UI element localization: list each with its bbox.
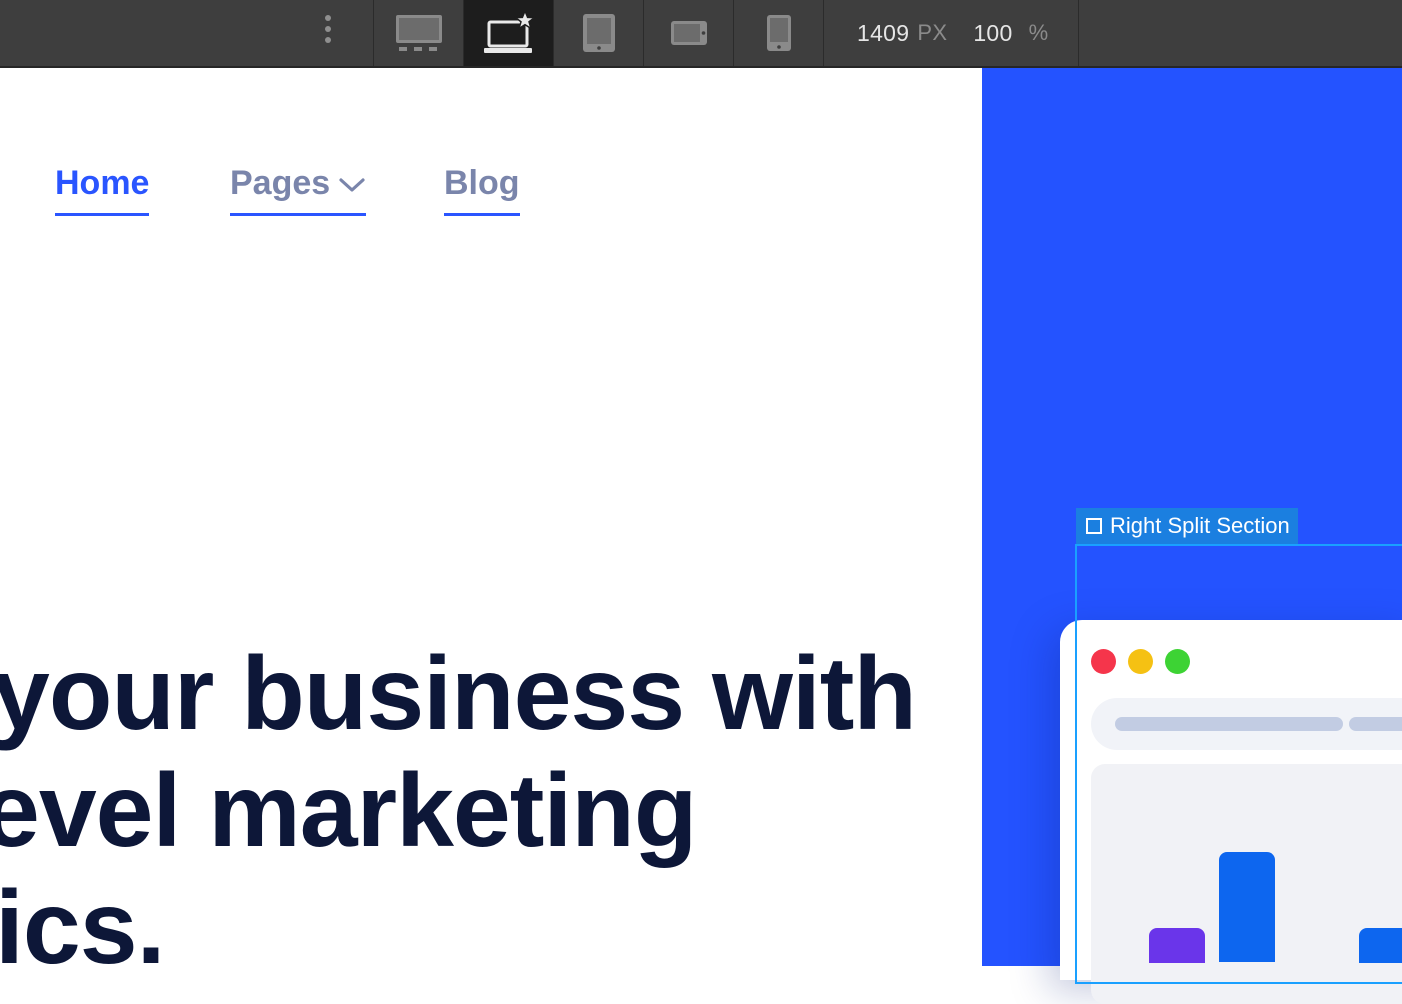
laptop-base-icon xyxy=(481,10,537,56)
canvas-zoom-unit: % xyxy=(1028,20,1049,45)
canvas-zoom-value[interactable]: 100 xyxy=(973,20,1012,47)
selected-element-name: Right Split Section xyxy=(1110,513,1290,538)
hero-heading-line: ics. xyxy=(0,870,165,986)
nav-link-home[interactable]: Home xyxy=(55,164,150,216)
desktop-icon xyxy=(394,13,444,53)
section-element-icon xyxy=(1086,518,1102,534)
nav-link-label: Home xyxy=(55,164,150,202)
selection-outline xyxy=(1075,544,1402,984)
tablet-icon xyxy=(582,13,616,53)
breakpoint-mobile-portrait-button[interactable] xyxy=(734,0,823,66)
nav-link-pages[interactable]: Pages xyxy=(230,163,367,216)
designer-toolbar: 1409 PX 100 % xyxy=(0,0,1402,68)
nav-link-blog[interactable]: Blog xyxy=(444,164,520,216)
breakpoint-mobile-landscape-button[interactable] xyxy=(644,0,733,66)
selected-element-label[interactable]: Right Split Section xyxy=(1076,508,1298,544)
breakpoint-tablet-button[interactable] xyxy=(554,0,643,66)
canvas-width-unit: PX xyxy=(917,20,948,45)
toolbar-divider xyxy=(823,0,824,66)
mobile-portrait-icon xyxy=(766,14,792,52)
breakpoint-desktop-button[interactable] xyxy=(374,0,463,66)
breakpoint-laptop-base-button[interactable] xyxy=(464,0,553,66)
hero-heading-line: your business with xyxy=(0,636,917,752)
more-options-icon[interactable] xyxy=(318,15,338,49)
hero-heading: your business with evel marketing ics. xyxy=(0,636,950,987)
toolbar-divider xyxy=(1078,0,1079,66)
canvas-size-readout[interactable]: 1409 PX 100 % xyxy=(857,18,1048,48)
hero-heading-line: evel marketing xyxy=(0,753,697,869)
nav-link-label: Blog xyxy=(444,164,520,202)
nav-link-label: Pages xyxy=(230,164,331,202)
mobile-landscape-icon xyxy=(670,20,708,46)
chevron-down-icon xyxy=(338,163,366,202)
canvas-width-value[interactable]: 1409 xyxy=(857,20,909,47)
